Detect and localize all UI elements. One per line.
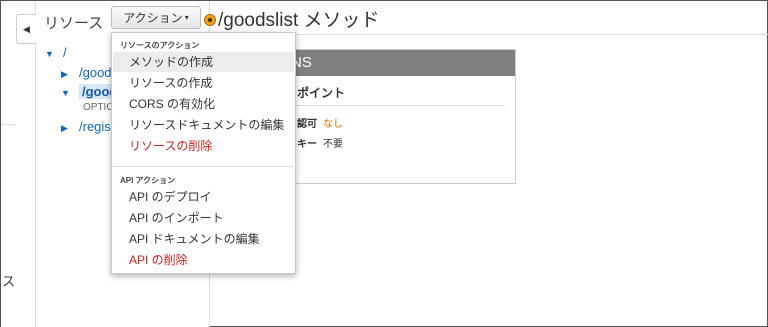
caret-down-icon[interactable]: ▼ <box>61 88 71 98</box>
tree-item-regist[interactable]: ▶ /regist <box>61 119 114 134</box>
menu-item-deploy-api[interactable]: API のデプロイ <box>113 187 294 207</box>
page-title: /goodslist メソッド <box>218 10 380 31</box>
tree-item-goods[interactable]: ▶/goods <box>61 65 118 80</box>
menu-item-delete-resource[interactable]: リソースの削除 <box>113 136 294 156</box>
api-key-value: 不要 <box>323 139 343 150</box>
menu-item-create-method[interactable]: メソッドの作成 <box>113 52 294 72</box>
menu-section-api-actions: API アクション <box>120 176 176 185</box>
endpoint-label: ポイント <box>297 86 346 100</box>
auth-label: 認可 <box>297 119 317 130</box>
actions-menu: リソースのアクション メソッドの作成 リソースの作成 CORS の有効化 リソー… <box>111 32 296 274</box>
actions-button-label: アクション <box>123 11 183 25</box>
menu-item-delete-api[interactable]: API の削除 <box>113 250 294 270</box>
caret-down-icon[interactable]: ▼ <box>45 49 55 59</box>
caret-right-icon[interactable]: ▶ <box>61 69 71 80</box>
chevron-down-icon: ▾ <box>184 13 189 22</box>
api-key-label: キー <box>297 139 317 150</box>
actions-dropdown-button[interactable]: アクション ▾ <box>111 6 201 29</box>
menu-item-import-api[interactable]: API のインポート <box>113 208 294 228</box>
tree-item-label: / <box>63 45 67 60</box>
menu-item-edit-resource-docs[interactable]: リソースドキュメントの編集 <box>113 115 294 135</box>
app-window: ◀ ス リソース ▼ / ▶/goods ▼/good OPTIO ▶/regis… <box>0 0 768 327</box>
left-nav-strip: ◀ ス <box>1 1 36 327</box>
nav-partial-label: ス <box>2 274 16 289</box>
tree-item-options-method[interactable]: OPTIO <box>83 102 114 113</box>
divider <box>1 124 16 125</box>
menu-item-enable-cors[interactable]: CORS の有効化 <box>113 94 294 114</box>
menu-section-resource-actions: リソースのアクション <box>120 41 200 50</box>
menu-item-create-resource[interactable]: リソースの作成 <box>113 73 294 93</box>
tree-item-root[interactable]: ▼ / <box>45 45 67 60</box>
resources-title: リソース <box>44 15 104 32</box>
menu-item-edit-api-docs[interactable]: API ドキュメントの編集 <box>113 229 294 249</box>
resource-status-icon <box>204 14 216 26</box>
auth-value-link[interactable]: なし <box>323 115 343 130</box>
tree-item-label: /regist <box>79 119 115 134</box>
chevron-left-icon: ◀ <box>23 23 30 34</box>
caret-right-icon[interactable]: ▶ <box>61 123 71 134</box>
divider <box>290 105 505 106</box>
menu-divider <box>113 166 294 167</box>
collapse-sidebar-button[interactable]: ◀ <box>16 14 36 44</box>
